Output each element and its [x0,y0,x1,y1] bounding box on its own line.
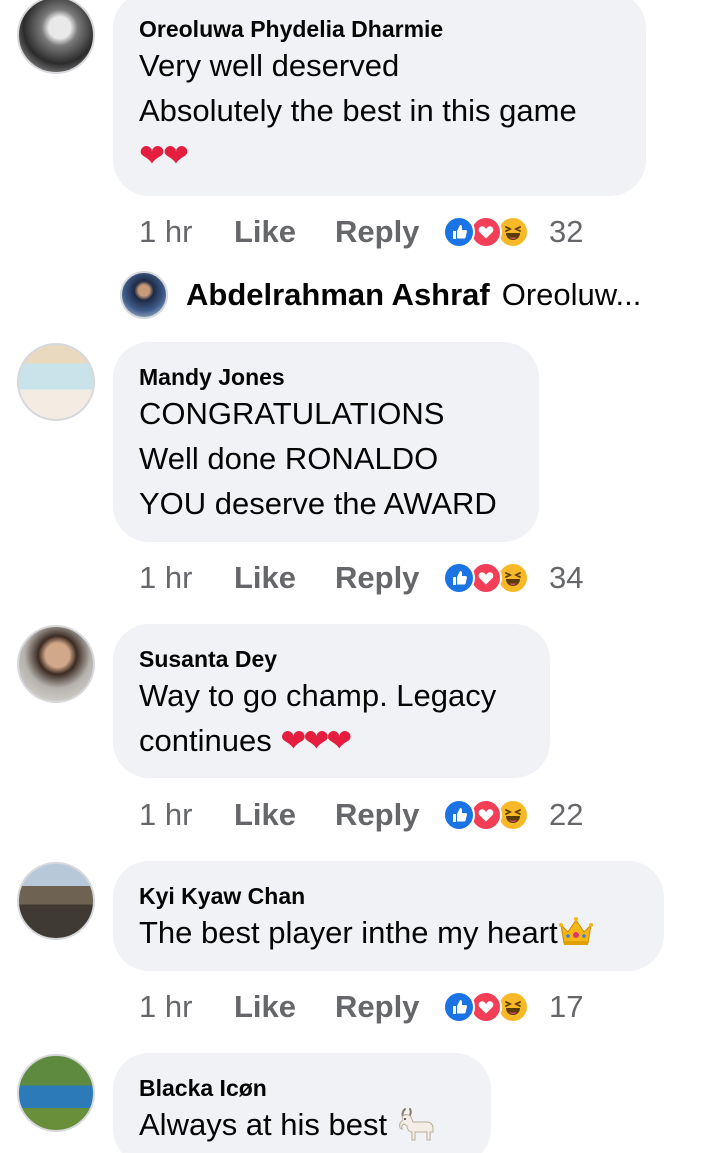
avatar-oreoluwa[interactable] [17,0,95,74]
reactions-summary[interactable] [443,560,535,596]
comment-time[interactable]: 1 hr [139,560,234,596]
like-reaction-icon [443,991,475,1023]
comment-line-with-emoji: Always at his best [139,1102,465,1147]
comment-actions: 1 hr Like Reply 34 [139,558,583,598]
comment-bubble: Blacka Icøn Always at his best [113,1053,491,1153]
reactions-summary[interactable] [443,797,535,833]
reaction-count[interactable]: 34 [549,560,583,596]
like-button[interactable]: Like [234,797,335,833]
heart-emoji-icon: ❤❤ [139,138,189,173]
reaction-count[interactable]: 17 [549,989,583,1025]
comment-time[interactable]: 1 hr [139,797,234,833]
comment-time[interactable]: 1 hr [139,214,234,250]
comment-actions: 1 hr Like Reply 17 [139,987,583,1027]
comment-actions: 1 hr Like Reply 22 [139,795,583,835]
avatar-abdelrahman[interactable] [120,271,168,319]
comment-line: Way to go champ. Legacy [139,678,497,713]
avatar-susanta[interactable] [17,625,95,703]
crown-emoji-icon [558,917,593,945]
commenter-name[interactable]: Mandy Jones [139,363,513,391]
like-button[interactable]: Like [234,214,335,250]
reaction-count[interactable]: 22 [549,797,583,833]
comment-line: Always at his best [139,1107,388,1142]
reply-preview[interactable]: Abdelrahman Ashraf Oreoluw... [120,270,641,320]
reply-snippet: Oreoluw... [501,277,642,312]
reply-button[interactable]: Reply [335,214,443,250]
avatar-blacka[interactable] [17,1054,95,1132]
comment-line: YOU deserve the AWARD [139,486,497,521]
comment-actions: 1 hr Like Reply 32 [139,212,583,252]
like-button[interactable]: Like [234,989,335,1025]
like-reaction-icon [443,562,475,594]
goat-emoji-icon [398,1108,434,1141]
comment-line-with-emoji: continues ❤❤❤ [139,718,524,763]
like-button[interactable]: Like [234,560,335,596]
comment-line: The best player inthe my heart [139,915,558,950]
commenter-name[interactable]: Kyi Kyaw Chan [139,882,638,910]
avatar-mandy[interactable] [17,343,95,421]
comment-line: continues [139,723,272,758]
like-reaction-icon [443,216,475,248]
comment-line-with-emoji: The best player inthe my heart [139,910,638,955]
reactions-summary[interactable] [443,989,535,1025]
comment-bubble: Kyi Kyaw Chan The best player inthe my h… [113,861,664,971]
comment-bubble: Mandy Jones CONGRATULATIONS Well done RO… [113,342,539,542]
commenter-name[interactable]: Blacka Icøn [139,1074,465,1102]
commenter-name[interactable]: Oreoluwa Phydelia Dharmie [139,15,620,43]
reply-button[interactable]: Reply [335,989,443,1025]
comment-bubble: Susanta Dey Way to go champ. Legacy cont… [113,624,550,778]
comment-line: Absolutely the best in this game [139,93,577,128]
heart-emoji-icon: ❤❤❤ [280,723,352,758]
comment-bubble: Oreoluwa Phydelia Dharmie Very well dese… [113,0,646,196]
comment-line: Very well deserved [139,48,400,83]
reactions-summary[interactable] [443,214,535,250]
reply-author-name[interactable]: Abdelrahman Ashraf [186,277,490,313]
commenter-name[interactable]: Susanta Dey [139,645,524,673]
reaction-count[interactable]: 32 [549,214,583,250]
like-reaction-icon [443,799,475,831]
reply-button[interactable]: Reply [335,797,443,833]
comment-line: CONGRATULATIONS [139,396,445,431]
comment-time[interactable]: 1 hr [139,989,234,1025]
reply-button[interactable]: Reply [335,560,443,596]
comment-line: Well done RONALDO [139,441,439,476]
avatar-kyi[interactable] [17,862,95,940]
